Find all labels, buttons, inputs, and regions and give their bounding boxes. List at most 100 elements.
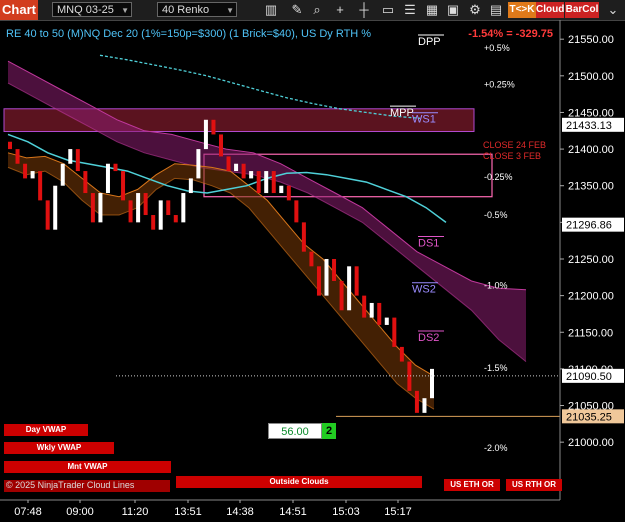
renko-brick [332,258,337,281]
level-label: WS1 [412,114,436,126]
renko-brick [90,193,95,223]
renko-brick [286,185,291,201]
renko-brick [256,171,261,194]
plus-icon[interactable]: + [331,2,349,18]
x-tick-label: 11:20 [122,506,149,518]
y-tick-label: 21500.00 [568,71,614,83]
x-tick-label: 07:48 [14,506,42,518]
bars-icon[interactable]: ▥ [262,2,280,18]
x-tick-label: 13:51 [174,506,202,518]
price-box-label: 21035.25 [566,411,612,423]
toolbar: Chart MNQ 03-25 ▼ 40 Renko ▼ ▥ ✎ ⌕ + ┼ ▭ ☰… [0,0,625,21]
level-label: MPP [390,107,414,119]
period-selector[interactable]: 40 Renko ▼ [157,2,237,17]
renko-brick [151,215,156,230]
levels-layer: DPP MPPWS1 DS1 WS2 DS2 +0.5% +0.25% -0.25% -0.5%… [116,34,560,453]
x-tick-label: 15:17 [384,506,412,518]
instrument-value: MNQ 03-25 [57,4,114,16]
pct-label: -0.5% [484,210,508,220]
renko-brick [23,163,28,179]
renko-brick [264,171,269,194]
y-tick-label: 21150.00 [568,327,613,339]
renko-brick [158,200,163,230]
y-tick-label: 21200.00 [568,291,614,303]
renko-brick [60,163,65,186]
tk-button[interactable]: T<>K [508,2,536,18]
copyright-text: © 2025 NinjaTrader Cloud Lines [6,480,135,490]
orange-cloud [8,152,434,410]
renko-brick [219,134,223,157]
price-box-label: 21090.50 [566,371,612,383]
renko-brick [392,317,397,347]
renko-brick [399,346,404,362]
price-axis: 21000.0021050.0021100.0021150.0021200.00… [559,20,624,500]
x-tick-label: 14:51 [279,506,307,518]
renko-brick [309,251,314,267]
barcol-button[interactable]: BarCol [565,2,599,18]
orange-cloud-lower [7,166,435,410]
renko-brick [211,119,216,135]
crosshair-icon[interactable]: ┼ [355,2,373,18]
renko-brick [68,149,73,164]
renko-brick [53,185,58,230]
pct-label: -1.0% [484,280,508,290]
mnt-vwap-button[interactable]: Mnt VWAP [4,461,171,473]
day-vwap-button[interactable]: Day VWAP [4,424,88,436]
renko-brick [422,398,427,413]
renko-brick [377,302,382,325]
renko-brick [430,368,434,399]
pct-label: -1.5% [484,363,508,373]
y-tick-label: 21350.00 [568,181,614,193]
y-tick-label: 21400.00 [568,144,614,156]
grid-icon[interactable]: ▦ [423,2,441,18]
tile-icon[interactable]: ▤ [487,2,505,18]
zoom-icon[interactable]: ⌕ [308,2,326,18]
x-tick-label: 09:00 [66,506,94,518]
level-label: DS2 [418,332,439,344]
renko-brick [301,222,306,252]
renko-brick [181,193,186,223]
pct-label: +0.25% [484,80,515,90]
time-axis: 07:48 09:00 11:20 13:51 14:38 14:51 15:03 15:17 [0,499,560,518]
renko-brick [324,258,329,296]
renko-brick [38,171,43,201]
renko-brick [241,163,246,179]
cloud-button[interactable]: Cloud [536,2,564,18]
x-tick-label: 14:38 [226,506,254,518]
strategy-icon[interactable]: ⚙ [466,2,484,18]
renko-brick [30,171,35,179]
renko-brick [384,317,389,325]
chevron-down-icon: ▼ [226,6,234,15]
pencil-icon[interactable]: ✎ [288,2,306,18]
us-rth-or-button[interactable]: US RTH OR [506,479,562,491]
window-icon[interactable]: ▣ [444,2,462,18]
renko-brick [279,185,284,194]
chevron-down-icon[interactable]: ⌄ [604,2,622,18]
renko-brick [354,266,359,296]
renko-brick [196,149,201,179]
instrument-selector[interactable]: MNQ 03-25 ▼ [52,2,132,17]
renko-brick [113,163,118,172]
renko-brick [347,266,352,311]
list-icon[interactable]: ☰ [401,2,419,18]
lines-layer [7,54,447,224]
level-label: WS2 [412,284,436,296]
level-label: DPP [418,36,441,48]
chevron-down-icon: ▼ [121,6,129,15]
us-eth-or-button[interactable]: US ETH OR [444,479,500,491]
outside-clouds-button[interactable]: Outside Clouds [176,476,422,488]
pct-label: +0.5% [484,43,510,53]
renko-brick [226,156,231,172]
renko-brick [173,215,178,223]
wkly-vwap-button[interactable]: Wkly VWAP [4,442,114,454]
y-tick-label: 21450.00 [568,107,614,119]
chart-menu-button[interactable]: Chart [0,0,38,20]
data-box-icon[interactable]: ▭ [379,2,397,18]
renko-brick [128,200,133,223]
renko-brick [166,200,171,216]
renko-brick [75,149,80,172]
price-box-label: 21296.86 [566,220,612,232]
signal-value-box: 56.00 [268,423,322,439]
level-label: DS1 [418,238,439,250]
change-percent: -1.54% = -329.75 [468,28,553,40]
